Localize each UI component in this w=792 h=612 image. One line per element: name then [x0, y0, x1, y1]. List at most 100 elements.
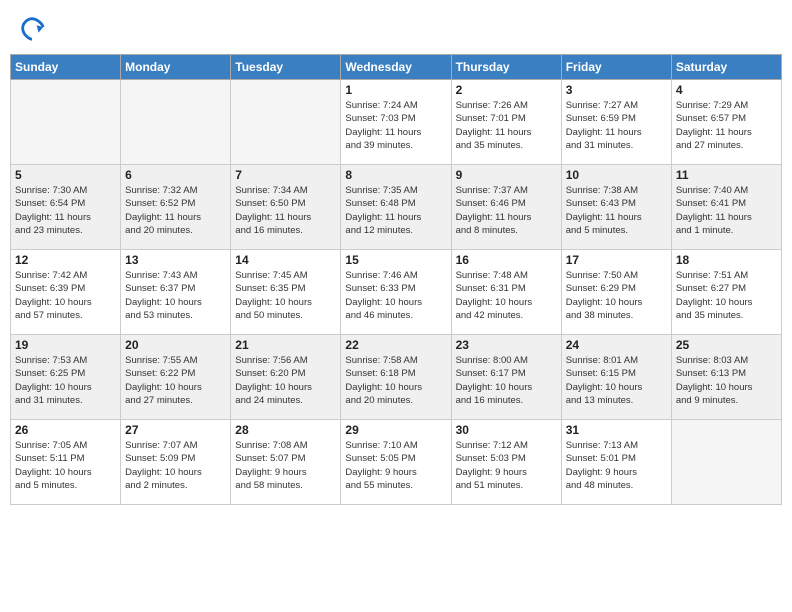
day-info: Sunrise: 7:45 AM Sunset: 6:35 PM Dayligh…: [235, 269, 336, 322]
day-number: 21: [235, 338, 336, 352]
calendar-cell: 3 Sunrise: 7:27 AM Sunset: 6:59 PM Daylig…: [561, 80, 671, 165]
weekday-header-sunday: Sunday: [11, 55, 121, 80]
day-number: 29: [345, 423, 446, 437]
day-number: 8: [345, 168, 446, 182]
day-info: Sunrise: 7:32 AM Sunset: 6:52 PM Dayligh…: [125, 184, 226, 237]
calendar-cell: [671, 420, 781, 505]
day-number: 11: [676, 168, 777, 182]
day-info: Sunrise: 7:34 AM Sunset: 6:50 PM Dayligh…: [235, 184, 336, 237]
day-number: 2: [456, 83, 557, 97]
calendar-cell: 18 Sunrise: 7:51 AM Sunset: 6:27 PM Dayli…: [671, 250, 781, 335]
day-number: 12: [15, 253, 116, 267]
calendar-cell: 25 Sunrise: 8:03 AM Sunset: 6:13 PM Dayli…: [671, 335, 781, 420]
day-number: 17: [566, 253, 667, 267]
calendar-week-3: 12 Sunrise: 7:42 AM Sunset: 6:39 PM Dayli…: [11, 250, 782, 335]
calendar-cell: [231, 80, 341, 165]
day-info: Sunrise: 7:58 AM Sunset: 6:18 PM Dayligh…: [345, 354, 446, 407]
day-number: 22: [345, 338, 446, 352]
day-number: 19: [15, 338, 116, 352]
logo: [18, 14, 48, 42]
day-number: 7: [235, 168, 336, 182]
calendar-cell: 28 Sunrise: 7:08 AM Sunset: 5:07 PM Dayli…: [231, 420, 341, 505]
calendar-week-1: 1 Sunrise: 7:24 AM Sunset: 7:03 PM Daylig…: [11, 80, 782, 165]
day-info: Sunrise: 7:13 AM Sunset: 5:01 PM Dayligh…: [566, 439, 667, 492]
day-number: 13: [125, 253, 226, 267]
day-info: Sunrise: 7:42 AM Sunset: 6:39 PM Dayligh…: [15, 269, 116, 322]
day-number: 14: [235, 253, 336, 267]
calendar-cell: 16 Sunrise: 7:48 AM Sunset: 6:31 PM Dayli…: [451, 250, 561, 335]
calendar-cell: 11 Sunrise: 7:40 AM Sunset: 6:41 PM Dayli…: [671, 165, 781, 250]
calendar-cell: [121, 80, 231, 165]
day-info: Sunrise: 8:00 AM Sunset: 6:17 PM Dayligh…: [456, 354, 557, 407]
calendar-cell: 12 Sunrise: 7:42 AM Sunset: 6:39 PM Dayli…: [11, 250, 121, 335]
calendar-cell: 5 Sunrise: 7:30 AM Sunset: 6:54 PM Daylig…: [11, 165, 121, 250]
weekday-header-saturday: Saturday: [671, 55, 781, 80]
day-number: 1: [345, 83, 446, 97]
day-info: Sunrise: 7:43 AM Sunset: 6:37 PM Dayligh…: [125, 269, 226, 322]
calendar-cell: 24 Sunrise: 8:01 AM Sunset: 6:15 PM Dayli…: [561, 335, 671, 420]
calendar-cell: 6Sunrise: 7:32 AM Sunset: 6:52 PM Daylig…: [121, 165, 231, 250]
calendar-cell: 4Sunrise: 7:29 AM Sunset: 6:57 PM Daylig…: [671, 80, 781, 165]
day-info: Sunrise: 7:55 AM Sunset: 6:22 PM Dayligh…: [125, 354, 226, 407]
day-number: 15: [345, 253, 446, 267]
day-number: 5: [15, 168, 116, 182]
weekday-header-thursday: Thursday: [451, 55, 561, 80]
day-info: Sunrise: 7:07 AM Sunset: 5:09 PM Dayligh…: [125, 439, 226, 492]
day-number: 26: [15, 423, 116, 437]
calendar-week-2: 5 Sunrise: 7:30 AM Sunset: 6:54 PM Daylig…: [11, 165, 782, 250]
day-number: 28: [235, 423, 336, 437]
weekday-header-tuesday: Tuesday: [231, 55, 341, 80]
day-number: 27: [125, 423, 226, 437]
calendar-cell: 17 Sunrise: 7:50 AM Sunset: 6:29 PM Dayli…: [561, 250, 671, 335]
day-number: 24: [566, 338, 667, 352]
day-info: Sunrise: 7:51 AM Sunset: 6:27 PM Dayligh…: [676, 269, 777, 322]
calendar-cell: 2Sunrise: 7:26 AM Sunset: 7:01 PM Daylig…: [451, 80, 561, 165]
calendar-cell: 19 Sunrise: 7:53 AM Sunset: 6:25 PM Dayli…: [11, 335, 121, 420]
calendar-cell: 26Sunrise: 7:05 AM Sunset: 5:11 PM Dayli…: [11, 420, 121, 505]
day-info: Sunrise: 7:37 AM Sunset: 6:46 PM Dayligh…: [456, 184, 557, 237]
calendar-cell: 22 Sunrise: 7:58 AM Sunset: 6:18 PM Dayli…: [341, 335, 451, 420]
calendar-table: SundayMondayTuesdayWednesdayThursdayFrid…: [10, 54, 782, 505]
day-number: 9: [456, 168, 557, 182]
day-number: 31: [566, 423, 667, 437]
calendar-cell: 10Sunrise: 7:38 AM Sunset: 6:43 PM Dayli…: [561, 165, 671, 250]
day-number: 3: [566, 83, 667, 97]
weekday-header-monday: Monday: [121, 55, 231, 80]
calendar-cell: [11, 80, 121, 165]
day-info: Sunrise: 7:27 AM Sunset: 6:59 PM Dayligh…: [566, 99, 667, 152]
day-number: 16: [456, 253, 557, 267]
day-number: 18: [676, 253, 777, 267]
day-info: Sunrise: 7:50 AM Sunset: 6:29 PM Dayligh…: [566, 269, 667, 322]
day-info: Sunrise: 7:30 AM Sunset: 6:54 PM Dayligh…: [15, 184, 116, 237]
weekday-header-friday: Friday: [561, 55, 671, 80]
day-info: Sunrise: 7:08 AM Sunset: 5:07 PM Dayligh…: [235, 439, 336, 492]
day-info: Sunrise: 7:48 AM Sunset: 6:31 PM Dayligh…: [456, 269, 557, 322]
calendar-cell: 1 Sunrise: 7:24 AM Sunset: 7:03 PM Daylig…: [341, 80, 451, 165]
day-info: Sunrise: 7:46 AM Sunset: 6:33 PM Dayligh…: [345, 269, 446, 322]
calendar-cell: 23 Sunrise: 8:00 AM Sunset: 6:17 PM Dayli…: [451, 335, 561, 420]
day-info: Sunrise: 7:29 AM Sunset: 6:57 PM Dayligh…: [676, 99, 777, 152]
calendar-cell: 31 Sunrise: 7:13 AM Sunset: 5:01 PM Dayli…: [561, 420, 671, 505]
calendar-cell: 20 Sunrise: 7:55 AM Sunset: 6:22 PM Dayli…: [121, 335, 231, 420]
logo-icon: [18, 14, 46, 42]
calendar-cell: 7 Sunrise: 7:34 AM Sunset: 6:50 PM Daylig…: [231, 165, 341, 250]
day-info: Sunrise: 7:10 AM Sunset: 5:05 PM Dayligh…: [345, 439, 446, 492]
calendar-cell: 9 Sunrise: 7:37 AM Sunset: 6:46 PM Daylig…: [451, 165, 561, 250]
day-info: Sunrise: 7:53 AM Sunset: 6:25 PM Dayligh…: [15, 354, 116, 407]
day-number: 23: [456, 338, 557, 352]
calendar-week-4: 19 Sunrise: 7:53 AM Sunset: 6:25 PM Dayli…: [11, 335, 782, 420]
day-info: Sunrise: 7:12 AM Sunset: 5:03 PM Dayligh…: [456, 439, 557, 492]
calendar-cell: 8Sunrise: 7:35 AM Sunset: 6:48 PM Daylig…: [341, 165, 451, 250]
day-info: Sunrise: 8:03 AM Sunset: 6:13 PM Dayligh…: [676, 354, 777, 407]
calendar-week-5: 26Sunrise: 7:05 AM Sunset: 5:11 PM Dayli…: [11, 420, 782, 505]
day-info: Sunrise: 7:24 AM Sunset: 7:03 PM Dayligh…: [345, 99, 446, 152]
calendar-cell: 13 Sunrise: 7:43 AM Sunset: 6:37 PM Dayli…: [121, 250, 231, 335]
weekday-header-row: SundayMondayTuesdayWednesdayThursdayFrid…: [11, 55, 782, 80]
day-number: 20: [125, 338, 226, 352]
day-number: 30: [456, 423, 557, 437]
day-number: 25: [676, 338, 777, 352]
day-info: Sunrise: 7:38 AM Sunset: 6:43 PM Dayligh…: [566, 184, 667, 237]
day-info: Sunrise: 7:56 AM Sunset: 6:20 PM Dayligh…: [235, 354, 336, 407]
day-info: Sunrise: 7:40 AM Sunset: 6:41 PM Dayligh…: [676, 184, 777, 237]
day-info: Sunrise: 8:01 AM Sunset: 6:15 PM Dayligh…: [566, 354, 667, 407]
